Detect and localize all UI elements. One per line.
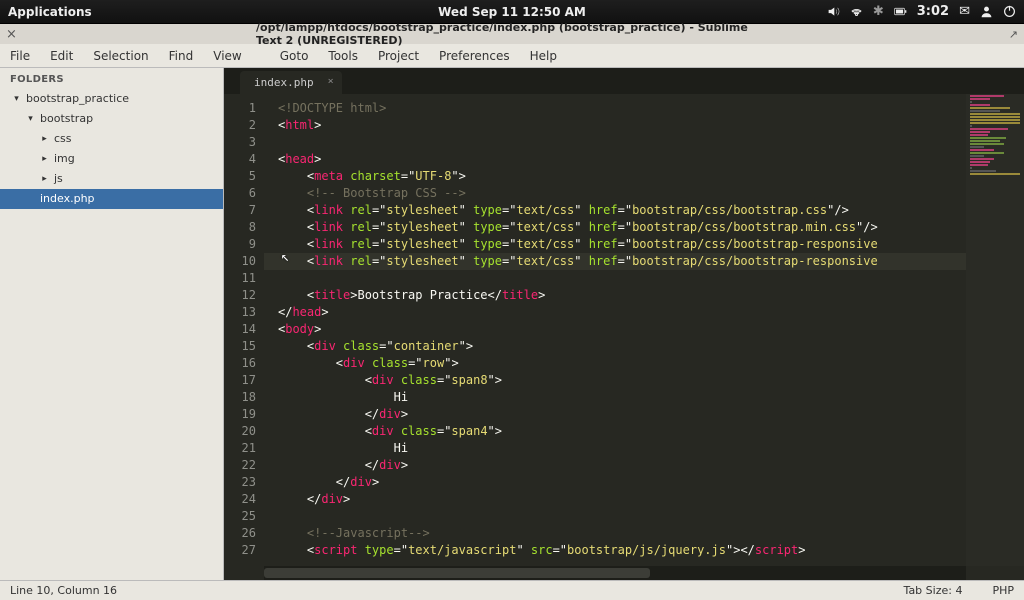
sidebar-header: FOLDERS [0, 68, 223, 89]
menu-find[interactable]: Find [159, 45, 204, 67]
status-bar: Line 10, Column 16 Tab Size: 4 PHP [0, 580, 1024, 600]
sidebar: FOLDERS ▾bootstrap_practice ▾bootstrap ▸… [0, 68, 224, 580]
chevron-down-icon: ▾ [12, 91, 21, 107]
menu-edit[interactable]: Edit [40, 45, 83, 67]
battery-icon[interactable] [894, 4, 907, 19]
menu-help[interactable]: Help [520, 45, 567, 67]
minimap[interactable] [966, 94, 1024, 566]
tab-size[interactable]: Tab Size: 4 [904, 584, 963, 597]
menu-tools[interactable]: Tools [318, 45, 368, 67]
chevron-right-icon: ▸ [40, 171, 49, 187]
maximize-icon[interactable]: ↗ [1009, 28, 1018, 41]
code-area[interactable]: <!DOCTYPE html> <html> <head> <meta char… [264, 94, 1008, 566]
folder-js[interactable]: ▸js [0, 169, 223, 189]
chevron-right-icon: ▸ [40, 151, 49, 167]
syntax-language[interactable]: PHP [992, 584, 1014, 597]
os-time: 3:02 [917, 4, 949, 19]
folder-root[interactable]: ▾bootstrap_practice [0, 89, 223, 109]
menu-goto[interactable]: Goto [270, 45, 319, 67]
folder-img[interactable]: ▸img [0, 149, 223, 169]
power-icon[interactable] [1003, 4, 1016, 19]
close-icon[interactable]: × [0, 27, 23, 42]
window-title: /opt/lampp/htdocs/bootstrap_practice/ind… [256, 21, 768, 47]
tab-index[interactable]: index.php × [240, 71, 342, 94]
close-tab-icon[interactable]: × [328, 76, 334, 87]
bluetooth-icon[interactable]: ✱ [873, 4, 884, 19]
menu-selection[interactable]: Selection [83, 45, 158, 67]
menu-preferences[interactable]: Preferences [429, 45, 520, 67]
horizontal-scrollbar[interactable] [264, 566, 966, 580]
user-icon[interactable] [980, 4, 993, 19]
applications-menu[interactable]: Applications [8, 5, 92, 19]
file-index[interactable]: index.php [0, 189, 223, 209]
window-titlebar[interactable]: × /opt/lampp/htdocs/bootstrap_practice/i… [0, 24, 1024, 44]
folder-bootstrap[interactable]: ▾bootstrap [0, 109, 223, 129]
folder-css[interactable]: ▸css [0, 129, 223, 149]
chevron-down-icon: ▾ [26, 111, 35, 127]
editor: index.php × 1234567891011121314151617181… [224, 68, 1024, 580]
menu-view[interactable]: View [203, 45, 251, 67]
tab-label: index.php [254, 76, 314, 89]
os-clock-center: Wed Sep 11 12:50 AM [438, 5, 586, 19]
menubar: File Edit Selection Find View Goto Tools… [0, 44, 1024, 68]
volume-icon[interactable] [827, 4, 840, 19]
tab-bar: index.php × [224, 68, 1024, 94]
chevron-right-icon: ▸ [40, 131, 49, 147]
menu-file[interactable]: File [0, 45, 40, 67]
cursor-position: Line 10, Column 16 [10, 584, 117, 597]
scrollbar-thumb[interactable] [264, 568, 650, 578]
mail-icon[interactable]: ✉ [959, 4, 970, 19]
wifi-icon[interactable] [850, 4, 863, 19]
gutter: 1234567891011121314151617181920212223242… [224, 94, 264, 580]
menu-project[interactable]: Project [368, 45, 429, 67]
